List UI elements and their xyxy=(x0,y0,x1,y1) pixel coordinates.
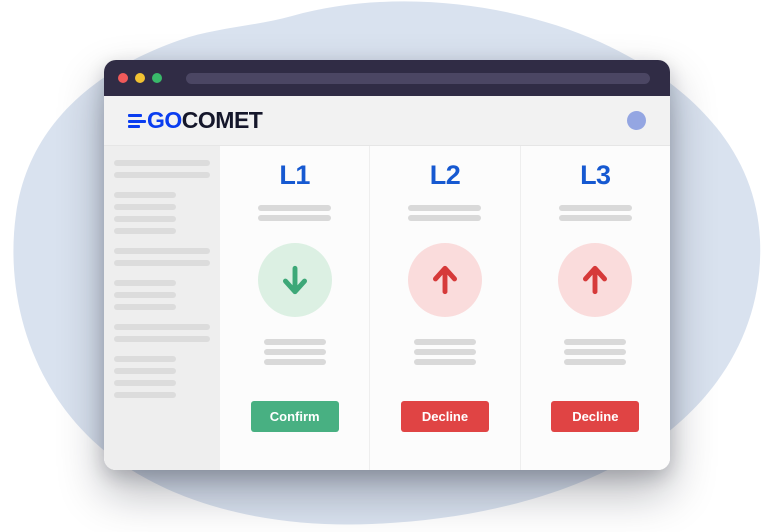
lane-title: L1 xyxy=(279,160,310,190)
sidebar-item-placeholder[interactable] xyxy=(114,228,176,234)
sidebar-item-placeholder[interactable] xyxy=(114,248,210,254)
arrow-down-icon xyxy=(282,265,307,295)
placeholder-bar xyxy=(263,339,326,345)
placeholder-bar xyxy=(558,205,632,211)
app-body: L1 Confirm L2 Decline L3 Decline xyxy=(104,146,670,470)
sidebar-group xyxy=(114,160,210,178)
lane-column-l2: L2 Decline xyxy=(369,146,519,470)
sidebar-item-placeholder[interactable] xyxy=(114,292,176,298)
sidebar-item-placeholder[interactable] xyxy=(114,280,176,286)
sidebar-group xyxy=(114,356,210,398)
lane-column-l1: L1 Confirm xyxy=(220,146,369,470)
sidebar-item-placeholder[interactable] xyxy=(114,356,176,362)
sidebar-item-placeholder[interactable] xyxy=(114,392,176,398)
sidebar xyxy=(104,146,220,470)
placeholder-bar xyxy=(558,215,632,221)
lane-bottom-placeholder xyxy=(564,339,627,365)
placeholder-bar xyxy=(564,339,627,345)
placeholder-bar xyxy=(413,359,476,365)
sidebar-item-placeholder[interactable] xyxy=(114,380,176,386)
placeholder-bar xyxy=(263,349,326,355)
placeholder-bar xyxy=(413,339,476,345)
lane-top-placeholder xyxy=(408,205,482,221)
sidebar-item-placeholder[interactable] xyxy=(114,304,176,310)
arrow-up-icon xyxy=(432,265,457,295)
lane-top-placeholder xyxy=(558,205,632,221)
arrow-up-icon xyxy=(583,265,608,295)
sidebar-item-placeholder[interactable] xyxy=(114,216,176,222)
sidebar-item-placeholder[interactable] xyxy=(114,260,210,266)
sidebar-item-placeholder[interactable] xyxy=(114,204,176,210)
window-controls xyxy=(118,73,162,83)
maximize-dot-icon[interactable] xyxy=(152,73,162,83)
sidebar-item-placeholder[interactable] xyxy=(114,324,210,330)
sidebar-group xyxy=(114,192,210,234)
placeholder-bar xyxy=(408,205,482,211)
lane-title: L2 xyxy=(429,160,461,190)
placeholder-bar xyxy=(564,349,627,355)
decline-button[interactable]: Decline xyxy=(400,401,489,432)
logo-text-go: GO xyxy=(147,107,182,133)
arrow-down-icon-badge xyxy=(257,243,332,317)
close-dot-icon[interactable] xyxy=(118,73,128,83)
confirm-button[interactable]: Confirm xyxy=(250,401,339,432)
lane-bottom-placeholder xyxy=(413,339,476,365)
lane-column-l3: L3 Decline xyxy=(519,146,670,470)
logo-text-comet: COMET xyxy=(181,107,263,133)
lane-top-placeholder xyxy=(258,205,332,221)
placeholder-bar xyxy=(408,215,482,221)
browser-window: GO COMET L1 Confirm L2 Decline L3 Decline xyxy=(104,60,670,470)
lane-columns: L1 Confirm L2 Decline L3 Decline xyxy=(220,146,670,470)
sidebar-item-placeholder[interactable] xyxy=(114,368,176,374)
sidebar-group xyxy=(114,280,210,310)
arrow-up-icon-badge xyxy=(407,243,482,317)
sidebar-group xyxy=(114,248,210,266)
placeholder-bar xyxy=(258,215,332,221)
decline-button[interactable]: Decline xyxy=(551,401,640,432)
sidebar-item-placeholder[interactable] xyxy=(114,160,210,166)
placeholder-bar xyxy=(258,205,332,211)
window-titlebar xyxy=(104,60,670,96)
minimize-dot-icon[interactable] xyxy=(135,73,145,83)
speed-lines-icon xyxy=(128,113,146,128)
address-bar[interactable] xyxy=(186,72,650,84)
placeholder-bar xyxy=(263,359,326,365)
app-header: GO COMET xyxy=(104,96,670,146)
lane-bottom-placeholder xyxy=(263,339,326,365)
sidebar-item-placeholder[interactable] xyxy=(114,172,210,178)
placeholder-bar xyxy=(413,349,476,355)
sidebar-item-placeholder[interactable] xyxy=(114,192,176,198)
avatar[interactable] xyxy=(627,111,646,130)
arrow-up-icon-badge xyxy=(558,243,633,317)
lane-title: L3 xyxy=(580,160,611,190)
sidebar-group xyxy=(114,324,210,342)
placeholder-bar xyxy=(564,359,627,365)
gocomet-logo[interactable]: GO COMET xyxy=(128,107,263,133)
sidebar-item-placeholder[interactable] xyxy=(114,336,210,342)
